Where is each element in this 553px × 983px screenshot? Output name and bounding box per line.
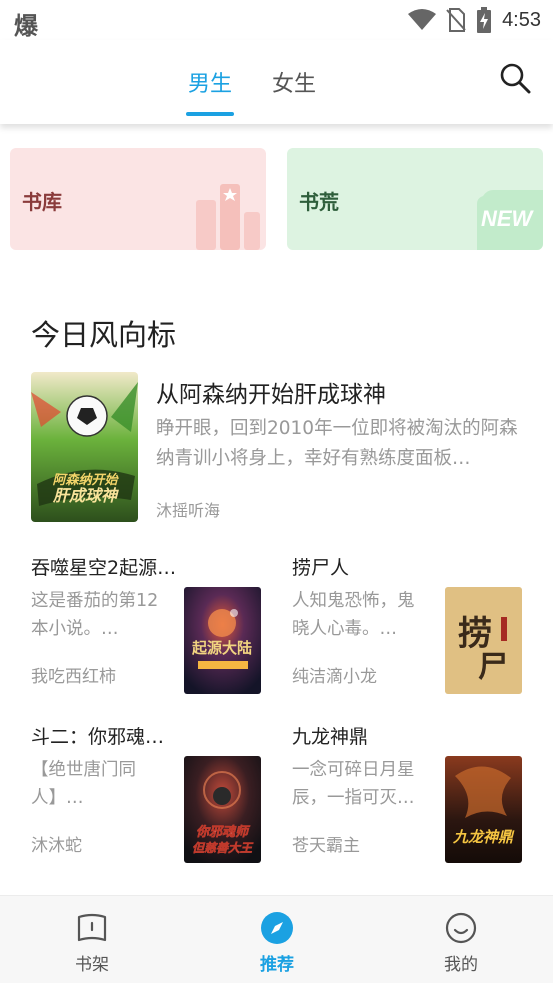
book-title[interactable]: 九龙神鼎 <box>292 722 442 749</box>
book-title[interactable]: 捞尸人 <box>292 553 442 580</box>
book-cover[interactable]: 捞 尸 <box>445 587 522 694</box>
featured-book-description: 睁开眼，回到2010年一位即将被淘汰的阿森纳青训小将身上，幸好有熟练度面板… <box>156 418 518 469</box>
svg-text:捞: 捞 <box>458 614 492 654</box>
top-tab-bar: 男生 女生 <box>0 40 553 124</box>
no-sim-icon <box>446 8 466 32</box>
notification-glyph: 爆 <box>14 12 38 40</box>
section-title: 今日风向标 <box>31 318 177 352</box>
bar-chart-icon <box>196 184 260 250</box>
book-author: 沐沐蛇 <box>31 836 82 856</box>
status-bar: 爆 4:53 <box>0 0 553 40</box>
nav-mine-label: 我的 <box>444 955 478 975</box>
nav-recommend[interactable]: 推荐 <box>207 896 347 983</box>
book-author: 纯洁滴小龙 <box>292 667 377 687</box>
featured-book-title[interactable]: 从阿森纳开始肝成球神 <box>156 375 386 409</box>
library-label: 书库 <box>22 190 62 214</box>
wifi-icon <box>408 9 437 30</box>
book-cover[interactable]: 起源大陆 <box>184 587 261 694</box>
svg-text:起源大陆: 起源大陆 <box>191 639 252 657</box>
book-description: 【绝世唐门同人】… <box>31 760 136 808</box>
book-title[interactable]: 吞噬星空2起源… <box>31 553 181 580</box>
tab-female[interactable]: 女生 <box>272 66 316 98</box>
book-famine-label: 书荒 <box>299 190 339 214</box>
bookshelf-icon <box>77 913 107 942</box>
book-author: 我吃西红柿 <box>31 667 116 687</box>
active-tab-indicator <box>186 112 234 116</box>
status-time: 4:53 <box>502 8 541 31</box>
nav-bookshelf-label: 书架 <box>75 955 109 975</box>
svg-text:但慈善大王: 但慈善大王 <box>192 841 254 855</box>
nav-bookshelf[interactable]: 书架 <box>22 896 162 983</box>
book-famine-card[interactable]: 书荒 NEW <box>287 148 543 250</box>
library-card[interactable]: 书库 <box>10 148 266 250</box>
svg-text:尸: 尸 <box>478 650 508 685</box>
status-icons: 4:53 <box>408 6 541 34</box>
search-icon[interactable] <box>499 62 531 94</box>
bottom-nav: 书架 推荐 我的 <box>0 895 553 983</box>
book-description: 一念可碎日月星辰，一指可灭… <box>292 760 415 808</box>
nav-mine[interactable]: 我的 <box>391 896 531 983</box>
smiley-icon <box>445 912 477 944</box>
book-description: 人知鬼恐怖，鬼晓人心毒。… <box>292 591 415 639</box>
book-title[interactable]: 斗二：你邪魂… <box>31 722 181 749</box>
new-badge: NEW <box>477 190 543 250</box>
svg-text:九龙神鼎: 九龙神鼎 <box>452 828 515 846</box>
compass-icon <box>261 912 293 944</box>
tab-male[interactable]: 男生 <box>188 66 232 98</box>
book-author: 苍天霸主 <box>292 836 360 856</box>
nav-recommend-label: 推荐 <box>260 955 294 975</box>
svg-text:肝成球神: 肝成球神 <box>52 486 119 505</box>
new-badge-text: NEW <box>481 206 535 231</box>
svg-text:你邪魂师: 你邪魂师 <box>196 824 251 840</box>
book-cover[interactable]: 九龙神鼎 <box>445 756 522 863</box>
book-description: 这是番茄的第12本小说。… <box>31 591 159 639</box>
battery-charging-icon <box>477 7 492 33</box>
featured-book-author: 沐摇听海 <box>156 501 221 520</box>
book-cover[interactable]: 你邪魂师 但慈善大王 <box>184 756 261 863</box>
featured-book-cover[interactable]: 阿森纳开始 肝成球神 <box>31 372 138 522</box>
